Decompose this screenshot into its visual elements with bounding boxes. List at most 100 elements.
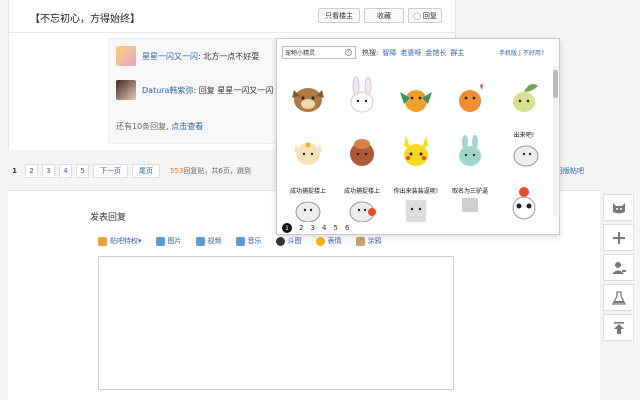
image-icon <box>155 236 165 246</box>
reply-button-label: 回复 <box>422 11 437 20</box>
image-button[interactable]: 图片 <box>155 236 182 246</box>
toolbar-label: 斗图 <box>287 237 302 245</box>
sticker[interactable]: 你出来装装逼呢! <box>389 172 443 222</box>
emoji-button[interactable]: 表情 <box>315 236 342 246</box>
page-5[interactable]: 5 <box>76 164 89 178</box>
reply-text: : 北方一点不好耍 <box>198 51 260 61</box>
pager-stat-text: 回复贴，共6页，跳到 <box>183 167 251 175</box>
green-bunny-sticker-icon <box>459 135 481 166</box>
sticker[interactable] <box>335 120 389 170</box>
emoji-pager: 1 2 3 4 5 6 <box>282 223 356 233</box>
emoji-page-6[interactable]: 6 <box>345 224 349 232</box>
hot-tag[interactable]: 金馆长 <box>425 48 446 58</box>
emoji-page-3[interactable]: 3 <box>310 224 314 232</box>
sticker[interactable] <box>281 66 335 116</box>
sticker[interactable]: 成功捕捉楼上 <box>281 172 335 222</box>
editor-toolbar: 贴吧特权 ▾ 图片 视频 音乐 斗图 表情 涂鸦 <box>98 236 396 246</box>
float-add-button[interactable] <box>603 224 634 251</box>
vulpix-sticker-icon <box>350 139 374 166</box>
reply-button[interactable]: ◯ 回复 <box>408 8 442 23</box>
emoji-page-4[interactable]: 4 <box>322 224 326 232</box>
hot-tag[interactable]: 智障 <box>382 48 396 58</box>
only-op-button[interactable]: 只看楼主 <box>318 8 360 23</box>
clear-icon[interactable]: × <box>345 49 352 56</box>
post-title: 【不忘初心，方得始终】 <box>30 14 140 25</box>
back-to-top-button[interactable] <box>603 314 634 341</box>
reply-username[interactable]: 星星一闪又一闪 <box>142 51 198 62</box>
sticker-caption: 出来吧! <box>513 132 535 139</box>
video-icon <box>195 236 205 246</box>
video-button[interactable]: 视频 <box>195 236 222 246</box>
cat-face-icon <box>612 202 625 213</box>
emoji-page-2[interactable]: 2 <box>299 224 303 232</box>
seal-sticker-icon <box>513 145 539 167</box>
sticker-caption: 成功捕捉楼上 <box>343 188 380 195</box>
emoji-scroll-thumb[interactable] <box>553 70 558 98</box>
charmander-sticker-icon <box>459 83 483 112</box>
toolbar-label: 视频 <box>207 237 222 245</box>
smile-icon <box>315 236 325 246</box>
user-icon <box>611 261 626 274</box>
sticker[interactable] <box>389 66 443 116</box>
toolbar-label: 音乐 <box>247 237 262 245</box>
page-1[interactable]: 1 <box>8 164 21 178</box>
toolbar-label: 涂鸦 <box>367 237 382 245</box>
hot-tag[interactable]: 老婆呀 <box>400 48 421 58</box>
float-user-button[interactable] <box>603 254 634 281</box>
sticker[interactable]: 出来吧! <box>497 120 551 170</box>
plus-icon <box>612 231 625 244</box>
sticker-caption: 成功捕捉楼上 <box>289 188 326 195</box>
leaf-sticker-icon <box>513 84 538 112</box>
sticker[interactable]: 成功捕捉楼上 <box>335 172 389 222</box>
brush-icon <box>355 236 365 246</box>
collect-button[interactable]: 收藏 <box>364 8 404 23</box>
avatar[interactable] <box>116 80 136 100</box>
pager-stat: 553回复贴，共6页，跳到 <box>170 166 251 176</box>
reply-text: : 回复 星星一闪又一闪 :北 <box>193 85 287 95</box>
face-sticker-icon <box>462 198 478 212</box>
hot-tag[interactable]: 群主 <box>450 48 464 58</box>
sticker[interactable] <box>281 120 335 170</box>
reply-editor[interactable] <box>98 256 454 390</box>
mobile-feedback-links[interactable]: 手机版 | 不好用? <box>499 48 544 57</box>
floor-reply-item: 星星一闪又一闪 : 北方一点不好耍 <box>116 43 259 69</box>
seal-sticker-icon <box>295 201 321 222</box>
float-emoji-button[interactable] <box>603 194 634 221</box>
meme-icon <box>275 236 285 246</box>
sticker[interactable] <box>497 172 551 222</box>
reply-username[interactable]: Datura韩紫弥 <box>142 85 193 96</box>
emoji-page-1[interactable]: 1 <box>282 223 292 233</box>
float-lab-button[interactable] <box>603 284 634 311</box>
reply-box-title: 发表回复 <box>90 213 127 223</box>
sticker[interactable] <box>335 66 389 116</box>
sticker[interactable] <box>443 66 497 116</box>
seal-sticker-icon <box>349 201 376 222</box>
page-3[interactable]: 3 <box>42 164 55 178</box>
toolbar-label: 表情 <box>327 237 342 245</box>
last-page-button[interactable]: 尾页 <box>132 164 160 178</box>
old-version-link[interactable]: 旧版帖吧 <box>556 166 584 176</box>
next-page-button[interactable]: 下一页 <box>93 164 128 178</box>
sticker[interactable] <box>389 120 443 170</box>
sticker[interactable] <box>443 120 497 170</box>
privilege-button[interactable]: 贴吧特权 ▾ <box>98 236 142 246</box>
sticker[interactable]: 取名为三驴逼 <box>443 172 497 222</box>
view-more-link[interactable]: 点击查看 <box>171 122 203 131</box>
meme-button[interactable]: 斗图 <box>275 236 302 246</box>
flask-icon <box>611 290 626 305</box>
avatar[interactable] <box>116 46 136 66</box>
more-replies-text: 还有10条回复, <box>116 122 169 131</box>
dragon-sticker-icon <box>400 90 432 112</box>
floor-reply-item: Datura韩紫弥 : 回复 星星一闪又一闪 :北 <box>116 77 287 103</box>
sticker[interactable] <box>497 66 551 116</box>
emoji-page-5[interactable]: 5 <box>333 224 337 232</box>
page-4[interactable]: 4 <box>59 164 72 178</box>
music-button[interactable]: 音乐 <box>235 236 262 246</box>
page-2[interactable]: 2 <box>25 164 38 178</box>
toolbar-label: 贴吧特权 <box>110 237 138 245</box>
sticker-caption: 取名为三驴逼 <box>451 188 488 195</box>
face-sticker-icon <box>406 200 426 222</box>
emoji-search-input[interactable]: 宠物小精灵 × <box>282 46 356 59</box>
sticker-caption: 你出来装装逼呢! <box>393 188 439 195</box>
doodle-button[interactable]: 涂鸦 <box>355 236 382 246</box>
